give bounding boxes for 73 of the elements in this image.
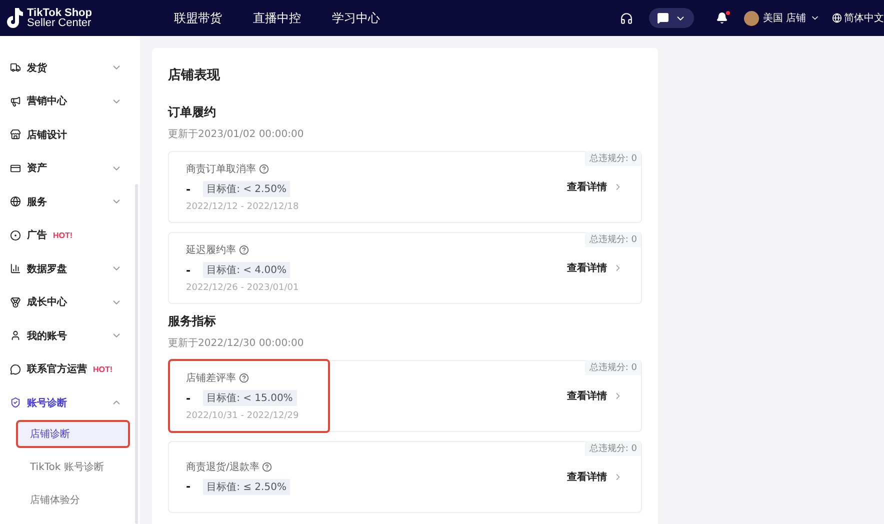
violation-points: 总违规分: 0 — [585, 360, 641, 375]
hot-label: HOT! — [53, 230, 73, 240]
section-title: 订单履约 — [168, 104, 217, 121]
shield-icon — [10, 397, 21, 408]
globe-icon — [832, 13, 842, 23]
violation-points: 总违规分: 0 — [585, 232, 641, 247]
updated-time: 更新于2023/01/02 00:00:00 — [168, 128, 305, 141]
metric-name: 商责订单取消率 — [186, 162, 256, 176]
details-link[interactable]: 查看详情 — [567, 261, 623, 275]
help-icon[interactable] — [239, 245, 249, 255]
metric-value: - — [186, 264, 191, 276]
person-icon — [10, 330, 21, 342]
panel-title: 店铺表现 — [168, 66, 221, 84]
target-value: 目标值: < 15.00% — [202, 390, 297, 406]
violation-points: 总违规分: 0 — [585, 151, 641, 166]
target-value: 目标值: ≤ 2.50% — [202, 478, 290, 494]
sidebar-item[interactable]: 店铺设计 — [0, 118, 140, 152]
sidebar-item[interactable]: 资产 — [0, 152, 140, 185]
headset-icon[interactable] — [620, 12, 634, 24]
chat-icon — [10, 364, 21, 375]
sidebar-item[interactable]: 服务 — [0, 185, 140, 218]
store-icon — [10, 129, 21, 140]
details-link[interactable]: 查看详情 — [567, 470, 623, 484]
hot-label: HOT! — [93, 364, 113, 374]
sidebar-item[interactable]: 成长中心 — [0, 286, 140, 319]
section-title: 服务指标 — [168, 313, 217, 330]
logo-subtitle: Seller Center — [27, 18, 92, 28]
metric-name: 店铺差评率 — [186, 372, 236, 385]
metric-value: - — [186, 392, 191, 404]
language-menu[interactable]: 简体中文 — [832, 11, 884, 25]
details-link[interactable]: 查看详情 — [567, 180, 623, 194]
medal-icon — [10, 296, 21, 308]
bar-chart-icon — [10, 263, 21, 274]
help-icon[interactable] — [239, 373, 249, 383]
sidebar-item[interactable]: 联系官方运营 HOT! — [0, 352, 140, 386]
date-range: 2022/12/26 - 2023/01/01 — [186, 283, 300, 293]
metric-value: - — [186, 182, 191, 196]
date-range: 2022/10/31 - 2022/12/29 — [186, 411, 300, 421]
date-range: 2022/12/12 - 2022/12/18 — [186, 202, 300, 212]
help-icon[interactable] — [262, 462, 272, 472]
nav-link[interactable]: 联盟带货 — [174, 10, 222, 26]
truck-icon — [10, 62, 21, 74]
sidebar-item[interactable]: 广告 HOT! — [0, 218, 140, 252]
target-value: 目标值: < 2.50% — [202, 181, 290, 197]
avatar — [744, 10, 760, 26]
details-link[interactable]: 查看详情 — [567, 389, 623, 403]
nav-link[interactable]: 直播中控 — [253, 10, 301, 26]
sidebar-item[interactable]: 我的账号 — [0, 319, 140, 352]
violation-points: 总违规分: 0 — [585, 441, 641, 456]
card-icon — [10, 162, 21, 174]
bell-icon[interactable] — [716, 12, 728, 24]
circle-icon — [10, 230, 21, 241]
logo-icon — [4, 7, 24, 29]
updated-time: 更新于2022/12/30 00:00:00 — [168, 336, 305, 350]
message-dropdown[interactable] — [649, 8, 694, 28]
metric-name: 商责退货/退款率 — [186, 460, 260, 474]
sidebar-item[interactable]: 营销中心 — [0, 84, 140, 118]
nav-link[interactable]: 学习中心 — [332, 10, 380, 26]
logo-text: TikTok Shop — [27, 8, 92, 18]
metric-name: 延迟履约率 — [186, 244, 236, 257]
metric-value: - — [186, 480, 191, 493]
help-icon[interactable] — [259, 164, 269, 174]
sidebar-subitem[interactable]: 店铺诊断 — [16, 420, 130, 448]
sidebar-item[interactable]: 数据罗盘 — [0, 252, 140, 286]
megaphone-icon — [10, 96, 21, 107]
sidebar-subitem[interactable]: 店铺体验分 — [16, 486, 130, 514]
globe-icon — [10, 196, 21, 208]
target-value: 目标值: < 4.00% — [202, 262, 290, 278]
sidebar-item[interactable]: 账号诊断 — [0, 386, 140, 420]
message-icon — [657, 12, 670, 24]
sidebar-subitem[interactable]: TikTok 账号诊断 — [16, 452, 130, 480]
sidebar-item[interactable]: 发货 — [0, 51, 140, 84]
account-menu[interactable]: 美国 店铺 — [744, 10, 820, 26]
